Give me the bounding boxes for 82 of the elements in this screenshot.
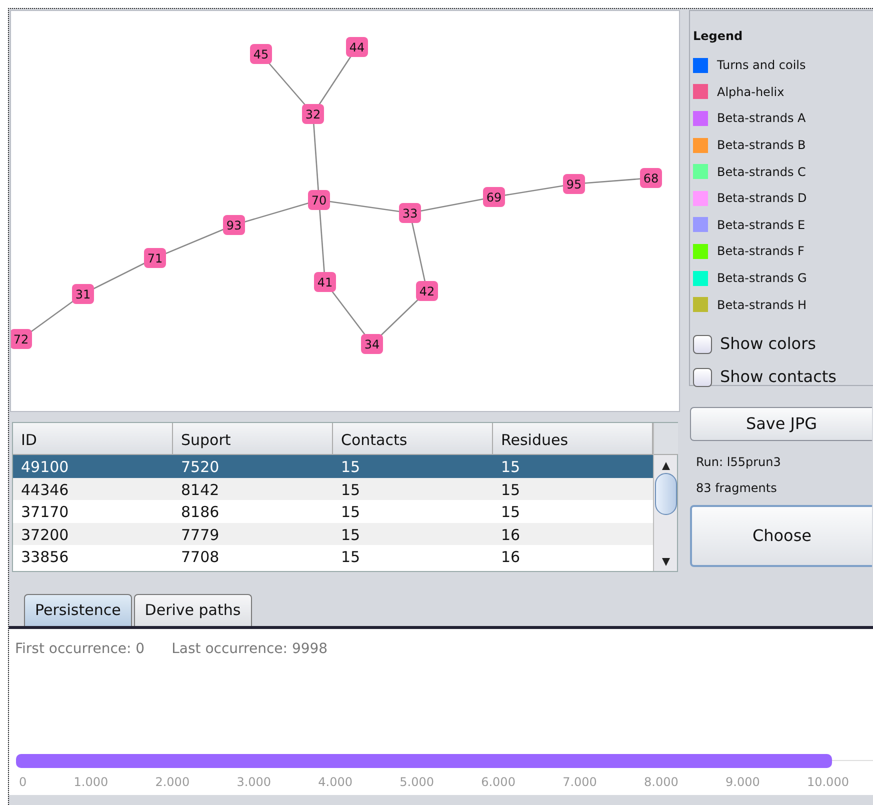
graph-node[interactable]: 33 bbox=[399, 203, 421, 223]
table-row[interactable]: 49100 7520 15 15 bbox=[13, 455, 653, 478]
table-cell-text: 15 bbox=[500, 480, 522, 500]
last-occurrence-text: Last occurrence: 9998 bbox=[172, 640, 328, 659]
graph-node[interactable]: 31 bbox=[72, 284, 94, 304]
tick-label: 1.000 bbox=[74, 774, 108, 791]
fragment-count: 83 fragments bbox=[695, 480, 778, 497]
legend-title: Legend bbox=[693, 28, 744, 45]
column-header[interactable]: Suport bbox=[173, 423, 333, 454]
legend-label: Beta-strands B bbox=[717, 137, 806, 154]
checkbox[interactable] bbox=[693, 334, 712, 354]
table-cell-text: 15 bbox=[340, 480, 362, 500]
legend-label: Alpha-helix bbox=[717, 84, 784, 101]
checkbox-label[interactable]: Show contacts bbox=[720, 365, 836, 390]
graph-node[interactable]: 45 bbox=[250, 44, 272, 64]
table-row[interactable]: 37170 8186 15 15 bbox=[13, 500, 653, 522]
table-cell-text: 15 bbox=[500, 457, 522, 478]
column-header[interactable]: Contacts bbox=[333, 423, 493, 454]
table-cell-text: 15 bbox=[340, 524, 362, 545]
table-cell-text: 16 bbox=[500, 524, 522, 545]
tab[interactable]: Persistence bbox=[24, 594, 132, 626]
graph-node[interactable]: 95 bbox=[563, 174, 585, 194]
graph-node[interactable]: 44 bbox=[346, 37, 368, 57]
save-button[interactable]: Save JPG bbox=[690, 407, 872, 441]
tick-label: 4.000 bbox=[318, 774, 353, 791]
legend-label: Beta-strands C bbox=[717, 164, 806, 181]
tab[interactable]: Derive paths bbox=[134, 594, 252, 626]
table-cell-text: 16 bbox=[500, 547, 522, 568]
tick-label: 3.000 bbox=[236, 774, 272, 791]
legend-label: Beta-strands F bbox=[717, 243, 804, 260]
graph-node[interactable]: 68 bbox=[640, 168, 662, 188]
graph-node[interactable]: 41 bbox=[314, 272, 336, 292]
tick-label: 10.000 bbox=[806, 774, 849, 791]
legend-label: Beta-strands G bbox=[717, 270, 807, 288]
graph-node[interactable]: 69 bbox=[483, 187, 505, 207]
legend-label: Turns and coils bbox=[717, 57, 806, 74]
run-value: l55prun3 bbox=[726, 455, 781, 469]
tick-label: 0 bbox=[19, 774, 27, 791]
tick-label: 6.000 bbox=[481, 774, 516, 791]
scroll-up-icon[interactable] bbox=[660, 461, 670, 471]
graph-node[interactable]: 32 bbox=[302, 104, 324, 124]
table-row[interactable]: 33856 7708 15 16 bbox=[13, 545, 653, 568]
scrollbar[interactable] bbox=[653, 423, 677, 571]
table-cell-text: 44346 bbox=[20, 480, 70, 500]
table-cell-text: 8186 bbox=[180, 502, 220, 522]
table-cell-text: 15 bbox=[500, 502, 522, 522]
table-cell-text: 8142 bbox=[180, 480, 220, 500]
table-cell-text: 15 bbox=[340, 502, 362, 522]
tick-label: 5.000 bbox=[400, 774, 434, 791]
table-cell-text: 15 bbox=[340, 457, 362, 478]
checkbox-label[interactable]: Show colors bbox=[720, 332, 816, 356]
tick-label: 9.000 bbox=[726, 774, 760, 791]
first-occurrence-text: First occurrence: 0 bbox=[15, 640, 145, 659]
graph-node[interactable]: 42 bbox=[416, 281, 438, 301]
scroll-down-icon[interactable] bbox=[660, 557, 670, 567]
tick-label: 2.000 bbox=[155, 774, 190, 791]
legend-label: Beta-strands A bbox=[717, 110, 806, 128]
tick-label: 8.000 bbox=[644, 774, 678, 791]
table-cell-text: 37170 bbox=[20, 502, 70, 522]
table-row[interactable]: 44346 8142 15 15 bbox=[13, 478, 653, 500]
table-cell-text: 37200 bbox=[20, 524, 70, 545]
table-cell-text: 15 bbox=[340, 547, 362, 568]
graph-node[interactable]: 34 bbox=[361, 334, 383, 354]
table-cell-text: 7520 bbox=[180, 457, 220, 478]
legend-label: Beta-strands D bbox=[717, 190, 807, 208]
column-header[interactable]: ID bbox=[13, 423, 173, 454]
graph-node[interactable]: 72 bbox=[11, 329, 32, 349]
graph-node[interactable]: 70 bbox=[308, 190, 330, 210]
table-cell-text: 7779 bbox=[180, 524, 220, 545]
checkbox[interactable] bbox=[693, 368, 712, 387]
choose-button[interactable]: Choose bbox=[690, 505, 872, 567]
table-cell-text: 33856 bbox=[20, 547, 70, 568]
legend-label: Beta-strands H bbox=[717, 296, 807, 314]
graph-node[interactable]: 71 bbox=[144, 248, 166, 268]
table-row[interactable]: 37200 7779 15 16 bbox=[13, 522, 653, 545]
legend-label: Beta-strands E bbox=[717, 216, 806, 234]
table-cell-text: 49100 bbox=[20, 457, 70, 478]
tick-label: 7.000 bbox=[562, 774, 597, 791]
graph-node[interactable]: 93 bbox=[223, 215, 245, 235]
run-label: Run: bbox=[696, 455, 724, 469]
scroll-thumb[interactable] bbox=[654, 473, 676, 515]
table-cell-text: 7708 bbox=[180, 547, 220, 568]
